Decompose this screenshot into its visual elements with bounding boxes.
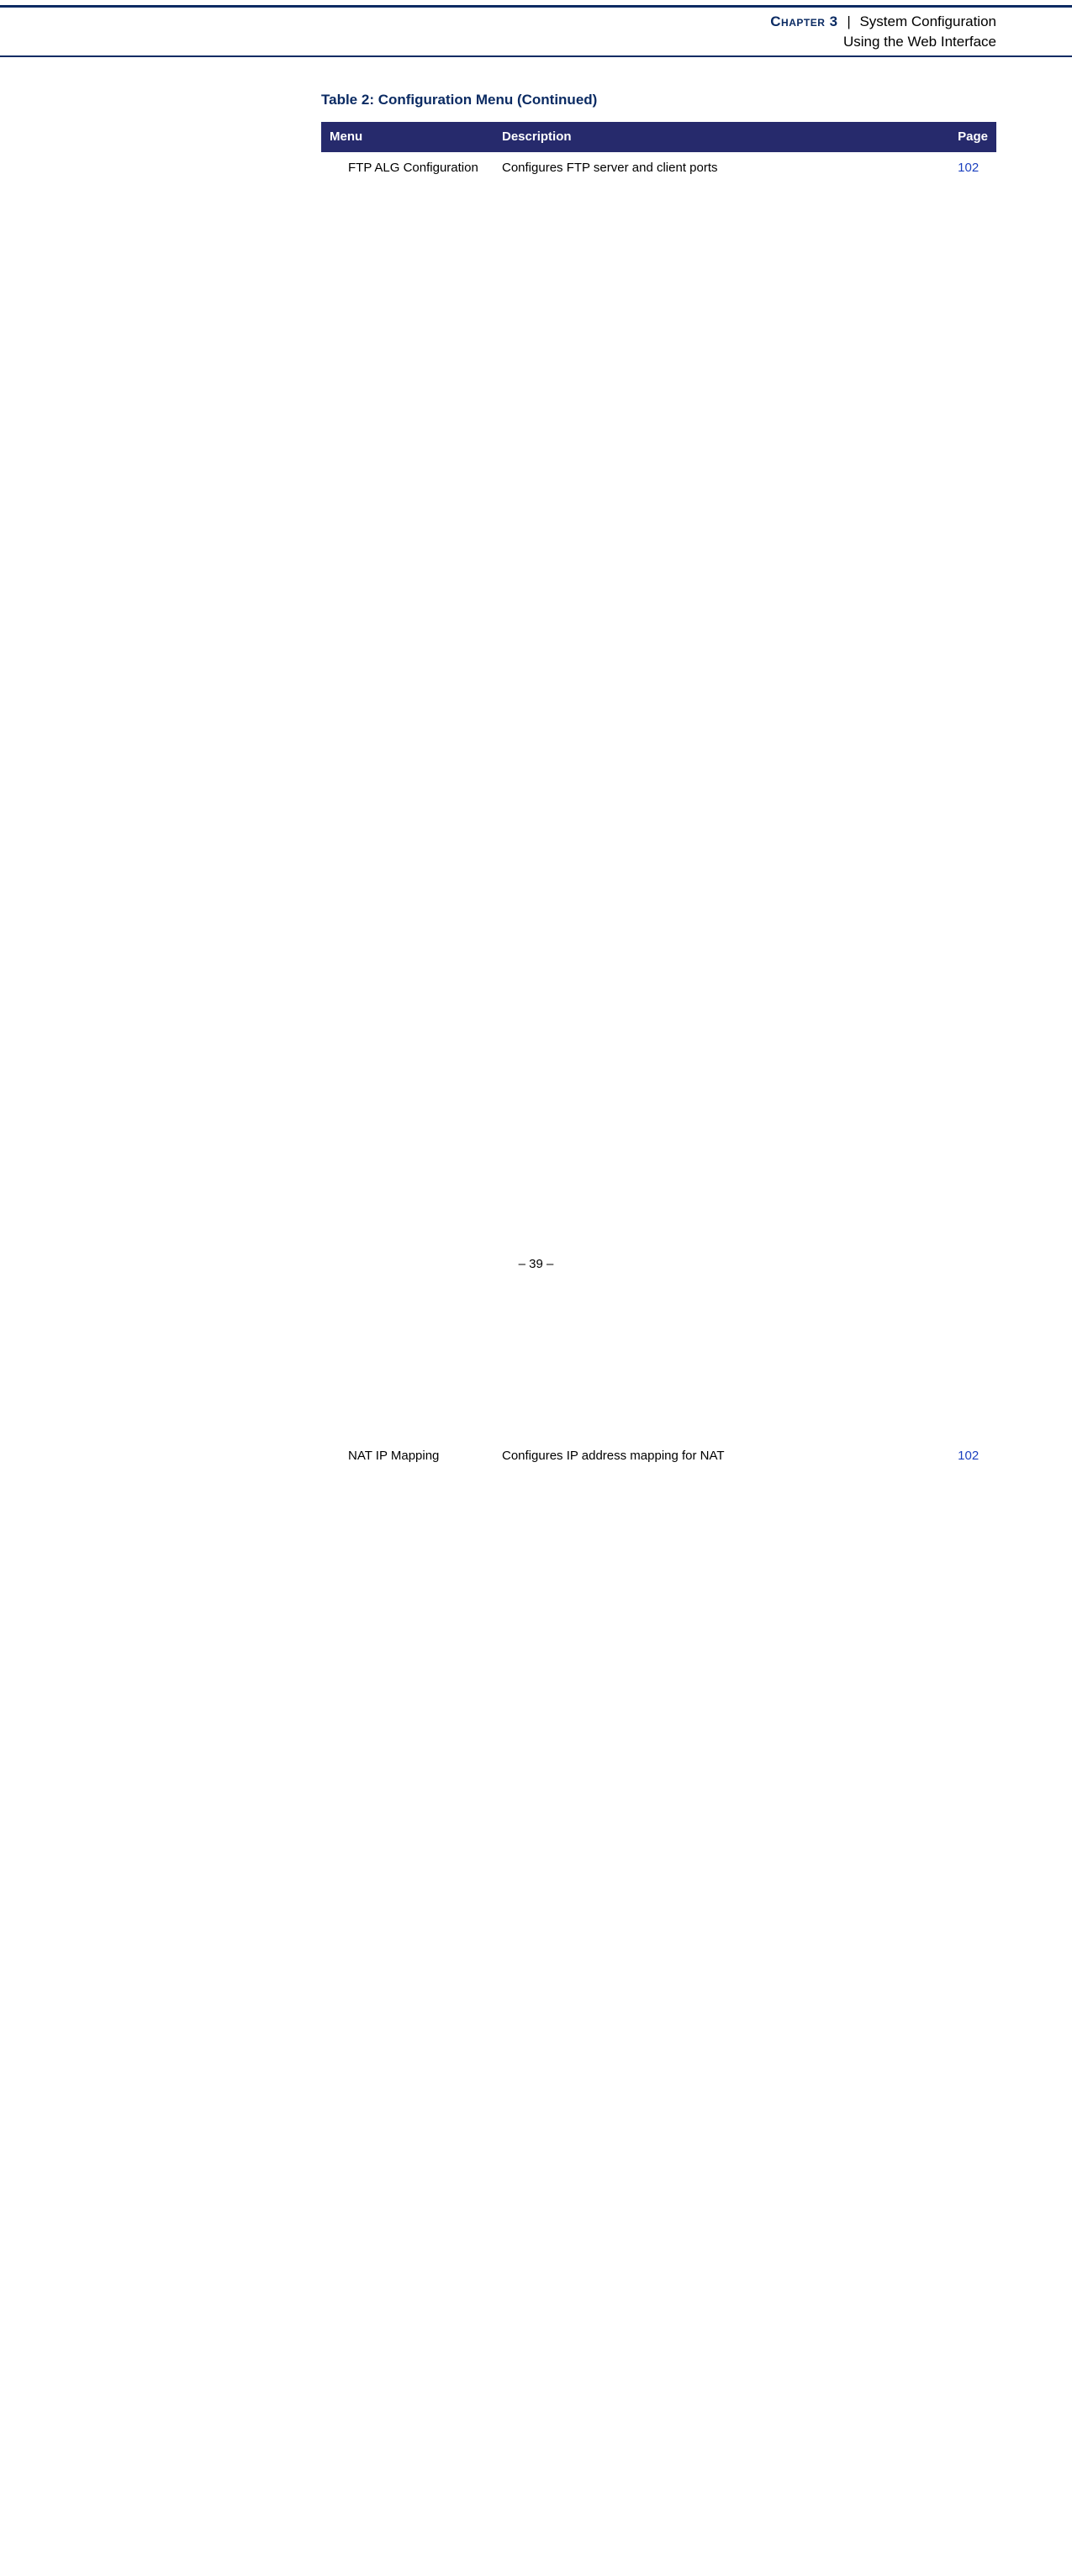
col-page: Page (949, 122, 996, 152)
table-header-row: Menu Description Page (321, 122, 996, 152)
table-row: FTP ALG ConfigurationConfigures FTP serv… (321, 152, 996, 1440)
menu-cell: NAT IP Mapping (321, 1440, 494, 2576)
chapter-title: System Configuration (859, 13, 996, 29)
description-cell: Configures IP address mapping for NAT (494, 1440, 949, 2576)
description-cell: Configures FTP server and client ports (494, 152, 949, 1440)
col-description: Description (494, 122, 949, 152)
table-caption: Table 2: Configuration Menu (Continued) (321, 91, 996, 110)
page-header: Chapter 3 | System Configuration Using t… (0, 8, 1072, 57)
page-link[interactable]: 102 (949, 1440, 996, 2576)
page-footer: – 39 – (0, 1256, 1072, 1273)
col-menu: Menu (321, 122, 494, 152)
table-row: NAT IP MappingConfigures IP address mapp… (321, 1440, 996, 2576)
header-rule (0, 5, 1072, 8)
header-pipe: | (842, 13, 855, 29)
chapter-label: Chapter 3 (770, 13, 837, 29)
menu-cell: FTP ALG Configuration (321, 152, 494, 1440)
page-link[interactable]: 102 (949, 152, 996, 1440)
configuration-menu-table: Menu Description Page FTP ALG Configurat… (321, 122, 996, 2576)
chapter-subtitle: Using the Web Interface (0, 33, 996, 52)
